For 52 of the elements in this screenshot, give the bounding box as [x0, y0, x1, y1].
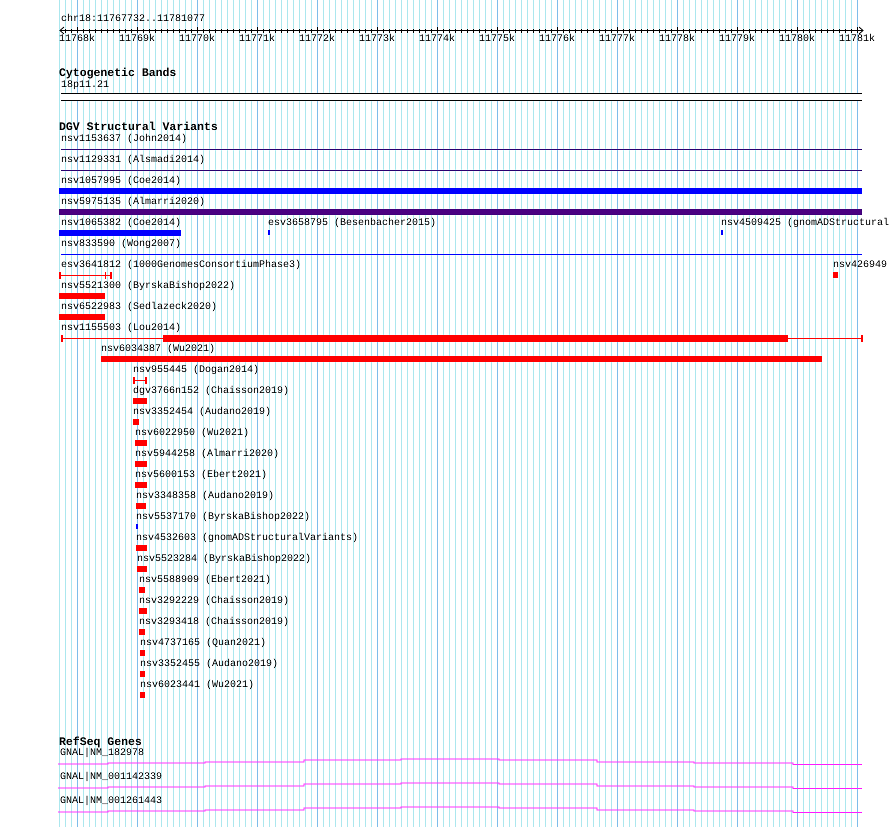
track-title: DGV Structural Variants	[59, 121, 218, 134]
variant-label: nsv6522983 (Sedlazeck2020)	[61, 302, 218, 314]
ruler-tick-label: 11772k	[299, 34, 335, 46]
variant-label: nsv426949	[833, 260, 888, 272]
variant-label: nsv3352454 (Audano2019)	[133, 407, 272, 419]
variant-label: nsv4737165 (Quan2021)	[140, 638, 266, 650]
ruler-tick-label: 11779k	[719, 34, 755, 46]
variant-label: nsv6023441 (Wu2021)	[140, 680, 254, 692]
variant-label: nsv1057995 (Coe2014)	[61, 176, 182, 188]
ruler-tick-label: 11777k	[599, 34, 635, 46]
variant-label: nsv1129331 (Alsmadi2014)	[61, 155, 206, 167]
variant-label: nsv4509425 (gnomADStructural	[721, 218, 890, 230]
variant-label: nsv1153637 (John2014)	[61, 134, 188, 146]
band-label: 18p11.21	[61, 80, 110, 92]
variant-label: esv3658795 (Besenbacher2015)	[268, 218, 436, 230]
ruler-tick-label: 11774k	[419, 34, 455, 46]
ruler-tick-label: 11781k	[839, 34, 875, 46]
variant-label: nsv5523284 (ByrskaBishop2022)	[137, 554, 312, 566]
variant-label: nsv5600153 (Ebert2021)	[135, 470, 268, 482]
ruler-tick-label: 11769k	[119, 34, 155, 46]
ruler-tick-label: 11770k	[179, 34, 215, 46]
variant-label: nsv5588909 (Ebert2021)	[139, 575, 272, 587]
variant-label: dgv3766n152 (Chaisson2019)	[133, 386, 290, 398]
ruler-tick-label: 11778k	[659, 34, 695, 46]
variant-label: nsv955445 (Dogan2014)	[133, 365, 260, 377]
ruler-tick-label: 11776k	[539, 34, 575, 46]
gene-label: GNAL|NM_001142339	[60, 772, 162, 784]
gene-label: GNAL|NM_001261443	[60, 796, 162, 808]
variant-label: nsv5944258 (Almarri2020)	[135, 449, 280, 461]
variant-label: esv3641812 (1000GenomesConsortiumPhase3)	[61, 260, 302, 272]
variant-label: nsv833590 (Wong2007)	[61, 239, 182, 251]
variant-label: nsv3348358 (Audano2019)	[136, 491, 274, 503]
variant-label: nsv3352455 (Audano2019)	[140, 659, 278, 671]
track-title: Cytogenetic Bands	[59, 67, 176, 80]
ruler-tick-label: 11775k	[479, 34, 515, 46]
track-title: RefSeq Genes	[59, 736, 142, 749]
variant-label: nsv1155503 (Lou2014)	[61, 323, 182, 335]
variant-label: nsv1065382 (Coe2014)	[61, 218, 182, 230]
ruler-tick-label: 11771k	[239, 34, 275, 46]
variant-label: nsv5975135 (Almarri2020)	[61, 197, 206, 209]
gene-label: GNAL|NM_182978	[60, 748, 144, 760]
region-label: chr18:11767732..11781077	[61, 14, 206, 26]
variant-label: nsv4532603 (gnomADStructuralVariants)	[136, 533, 358, 545]
variant-label: nsv5521300 (ByrskaBishop2022)	[61, 281, 236, 293]
ruler-tick-label: 11773k	[359, 34, 395, 46]
variant-label: nsv3293418 (Chaisson2019)	[139, 617, 290, 629]
variant-label: nsv6022950 (Wu2021)	[135, 428, 250, 440]
variant-label: nsv3292229 (Chaisson2019)	[139, 596, 290, 608]
variant-label: nsv5537170 (ByrskaBishop2022)	[136, 512, 310, 524]
variant-label: nsv6034387 (Wu2021)	[101, 344, 216, 356]
ruler-tick-label: 11768k	[59, 34, 95, 46]
ruler-tick-label: 11780k	[779, 34, 815, 46]
